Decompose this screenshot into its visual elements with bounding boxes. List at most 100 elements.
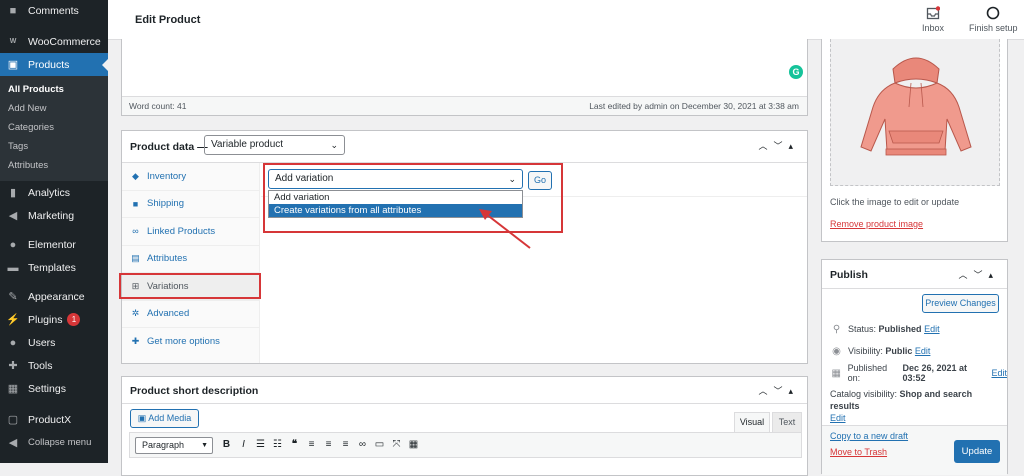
- chart-icon: ▮: [9, 187, 17, 199]
- menu-products[interactable]: ▣ Products: [0, 53, 108, 76]
- plug-icon: ⚡: [6, 314, 20, 326]
- product-type-select[interactable]: Variable product ⌄: [204, 135, 345, 155]
- copy-to-draft-link[interactable]: Copy to a new draft: [830, 431, 908, 441]
- comment-icon: ■: [9, 5, 17, 17]
- menu-users[interactable]: ● Users: [0, 331, 108, 354]
- product-image[interactable]: [830, 39, 1000, 186]
- insert-more-icon[interactable]: ▭: [371, 439, 388, 450]
- tab-visual[interactable]: Visual: [734, 412, 770, 432]
- collapse-icon: ◀: [8, 437, 18, 449]
- menu-marketing[interactable]: ◀ Marketing: [0, 204, 108, 227]
- bold-icon[interactable]: B: [218, 439, 235, 450]
- tag-icon: ◆: [132, 170, 139, 181]
- menu-productx[interactable]: ▢ ProductX: [0, 408, 108, 431]
- remove-product-image-link[interactable]: Remove product image: [830, 219, 923, 229]
- edit-catalog-link[interactable]: Edit: [830, 413, 846, 423]
- move-to-trash-link[interactable]: Move to Trash: [830, 447, 887, 457]
- megaphone-icon: ◀: [8, 210, 18, 222]
- collapse-menu-button[interactable]: ◀ Collapse menu: [0, 431, 108, 454]
- plug-icon: ✚: [131, 336, 140, 347]
- numbered-list-icon[interactable]: ☷: [269, 439, 286, 450]
- tab-linked-products[interactable]: ∞ Linked Products: [122, 218, 259, 246]
- finish-setup-button[interactable]: Finish setup: [969, 6, 1018, 33]
- edit-status-link[interactable]: Edit: [924, 324, 940, 334]
- publish-date-row: ▦ Published on: Dec 26, 2021 at 03:52 Edi…: [831, 363, 1007, 383]
- media-icon: ▣: [137, 413, 149, 423]
- editor-toolbar: Paragraph ▼ B I ☰ ☷ ❝ ≡ ≡ ≡ ∞ ▭ ⤧ ▦: [129, 432, 802, 458]
- inbox-button[interactable]: Inbox: [922, 6, 944, 33]
- truck-icon: ■: [132, 198, 139, 209]
- blockquote-icon[interactable]: ❝: [286, 439, 303, 450]
- link-icon[interactable]: ∞: [354, 439, 371, 450]
- woo-icon: W: [9, 38, 17, 45]
- publish-title: Publish: [830, 269, 868, 281]
- tab-shipping[interactable]: ■ Shipping: [122, 191, 259, 218]
- red-arrow-annotation: [479, 209, 531, 249]
- italic-icon[interactable]: I: [235, 439, 252, 450]
- box-controls[interactable]: ︿﹀▴: [758, 139, 799, 152]
- folder-icon: ▬: [7, 261, 19, 274]
- update-button[interactable]: Update: [954, 440, 1000, 463]
- products-icon: ▣: [7, 59, 19, 71]
- menu-templates[interactable]: ▬ Templates: [0, 256, 108, 279]
- kitchen-sink-icon[interactable]: ▦: [405, 439, 422, 450]
- tab-attributes[interactable]: ▤ Attributes: [122, 246, 259, 273]
- calendar-icon: ▦: [831, 367, 841, 379]
- submenu-add-new[interactable]: Add New: [0, 99, 108, 118]
- format-select[interactable]: Paragraph ▼: [135, 437, 213, 454]
- plugins-update-badge: 1: [67, 313, 81, 326]
- product-data-title: Product data —: [130, 141, 208, 153]
- menu-woocommerce[interactable]: W WooCommerce: [0, 30, 108, 53]
- product-data-tabs: ◆ Inventory ■ Shipping ∞ Linked Products ▤ A…: [122, 163, 260, 363]
- product-image-box: Click the image to edit or update Remove…: [821, 39, 1008, 242]
- add-media-button[interactable]: ▣ Add Media: [130, 409, 199, 428]
- bullet-list-icon[interactable]: ☰: [252, 439, 269, 450]
- publish-actions: Copy to a new draft Move to Trash Update: [822, 425, 1007, 475]
- preview-changes-button[interactable]: Preview Changes: [922, 294, 999, 313]
- menu-elementor[interactable]: ● Elementor: [0, 233, 108, 256]
- edit-visibility-link[interactable]: Edit: [915, 346, 931, 356]
- last-edited: Last edited by admin on December 30, 202…: [589, 101, 799, 111]
- dropdown-triangle-icon: ▼: [201, 442, 208, 449]
- submenu-tags[interactable]: Tags: [0, 137, 108, 156]
- menu-comments[interactable]: ■ Comments: [0, 0, 108, 22]
- grammarly-icon[interactable]: G: [789, 65, 803, 79]
- publish-visibility-row: ◉ Visibility: Public Edit: [832, 345, 931, 357]
- user-icon: ●: [9, 336, 17, 349]
- fullscreen-icon[interactable]: ⤧: [388, 439, 405, 450]
- edit-date-link[interactable]: Edit: [991, 368, 1007, 378]
- tab-inventory[interactable]: ◆ Inventory: [122, 163, 259, 191]
- editor-content-area[interactable]: [122, 39, 807, 95]
- submenu-categories[interactable]: Categories: [0, 118, 108, 137]
- menu-analytics[interactable]: ▮ Analytics: [0, 181, 108, 204]
- menu-appearance[interactable]: ✎ Appearance: [0, 285, 108, 308]
- tab-get-more-options[interactable]: ✚ Get more options: [122, 328, 259, 356]
- menu-plugins[interactable]: ⚡ Plugins 1: [0, 308, 108, 331]
- page-title: Edit Product: [135, 14, 201, 26]
- submenu-attributes[interactable]: Attributes: [0, 156, 108, 175]
- catalog-visibility-row: Catalog visibility: Shop and search resu…: [830, 389, 973, 423]
- progress-circle-icon: [986, 6, 1000, 20]
- publish-status-row: ⚲ Status: Published Edit: [832, 323, 940, 335]
- top-bar: Edit Product Inbox Finish setup: [108, 0, 1024, 40]
- wrench-icon: ✚: [8, 360, 18, 372]
- gear-icon: ✲: [131, 308, 140, 319]
- chevron-down-icon: ⌄: [330, 140, 338, 150]
- short-description-box: Product short description ︿﹀▴ ▣ Add Medi…: [121, 376, 808, 476]
- submenu-all-products[interactable]: All Products: [0, 80, 108, 99]
- description-editor: G Word count: 41 Last edited by admin on…: [121, 39, 808, 116]
- tab-text[interactable]: Text: [772, 412, 802, 432]
- products-submenu: All Products Add New Categories Tags Att…: [0, 76, 108, 181]
- link-icon: ∞: [132, 226, 139, 237]
- align-left-icon[interactable]: ≡: [303, 439, 320, 450]
- publish-box: Publish ︿﹀▴ Preview Changes ⚲ Status: Pub…: [821, 259, 1008, 475]
- productx-icon: ▢: [7, 414, 19, 426]
- elementor-icon: ●: [9, 238, 17, 251]
- align-right-icon[interactable]: ≡: [337, 439, 354, 450]
- tab-advanced[interactable]: ✲ Advanced: [122, 301, 259, 328]
- align-center-icon[interactable]: ≡: [320, 439, 337, 450]
- menu-settings[interactable]: ▦ Settings: [0, 377, 108, 400]
- box-controls[interactable]: ︿﹀▴: [958, 268, 999, 281]
- menu-tools[interactable]: ✚ Tools: [0, 354, 108, 377]
- box-controls[interactable]: ︿﹀▴: [758, 384, 799, 397]
